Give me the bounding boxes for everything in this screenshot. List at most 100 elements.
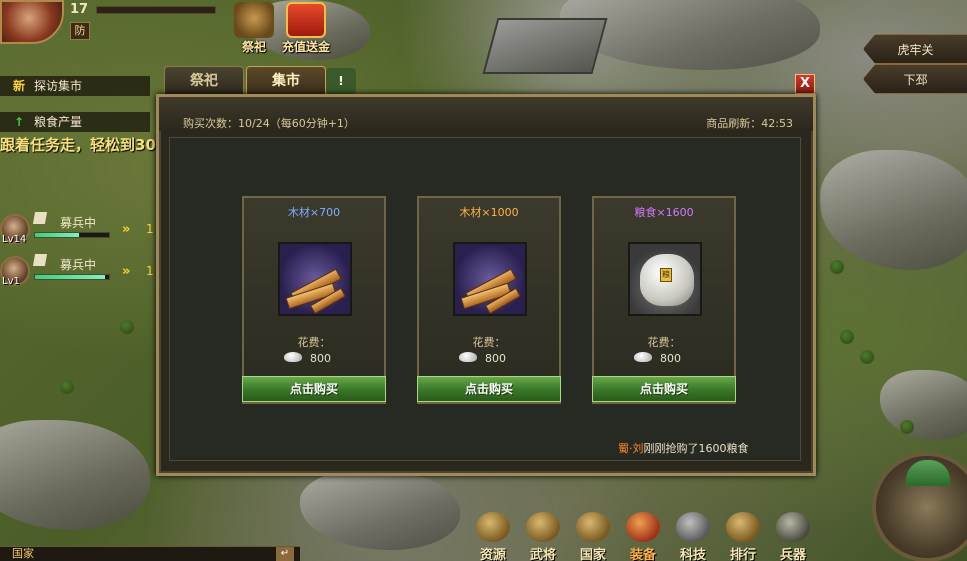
recruit-status: 募兵中 <box>60 258 97 272</box>
scroll-icon <box>576 512 610 542</box>
tent-icon <box>626 512 660 542</box>
city-nav-hulaoguan[interactable]: 虎牢关 <box>863 34 967 64</box>
notice-tab[interactable]: ! <box>326 68 356 94</box>
armor-icon <box>776 512 810 542</box>
silver-ingot-icon <box>634 352 652 362</box>
cost-label: 花费： <box>297 336 331 349</box>
menu-weapons[interactable]: 兵器 <box>770 512 816 561</box>
mountain-rock <box>0 420 150 530</box>
silver-ingot-icon <box>459 352 477 362</box>
menu-label: 科技 <box>679 548 706 561</box>
general-level: Lv1 <box>2 276 20 287</box>
quest-marquee: 跟着任务走，轻松到30 <box>0 136 156 154</box>
cauldron-icon <box>234 2 274 38</box>
quest-item[interactable]: ↑ 粮食产量 <box>0 112 150 132</box>
flag-icon <box>32 254 48 266</box>
coin-icon <box>476 512 510 542</box>
tree <box>860 350 874 364</box>
new-quest-icon: 新 <box>12 79 25 93</box>
tree <box>830 260 844 274</box>
sacrifice-button[interactable]: 祭祀 <box>228 2 280 56</box>
player-avatar[interactable] <box>0 0 64 44</box>
tab-sacrifice[interactable]: 祭祀 <box>164 66 244 96</box>
market-item-card: 木材×700 花费： 800 点击购买 <box>242 196 386 404</box>
recruit-slot[interactable]: Lv14 募兵中 » 1 <box>0 212 160 248</box>
cost-label: 花费： <box>647 336 681 349</box>
tree <box>840 330 854 344</box>
tree <box>120 320 134 334</box>
broadcast-player[interactable]: 蜀·刘 <box>618 442 644 455</box>
recruit-progress-fill <box>35 233 80 237</box>
tree <box>900 420 914 434</box>
tab-market[interactable]: 集市 <box>246 66 326 96</box>
item-price: 800 <box>660 352 681 365</box>
speed-up-icon[interactable]: » <box>122 264 130 279</box>
recruit-progress <box>34 232 110 238</box>
menu-label: 装备 <box>629 548 656 561</box>
map-toggle-icon[interactable] <box>906 460 950 486</box>
quest-label: 探访集市 <box>34 79 83 93</box>
general-level: Lv14 <box>2 234 27 245</box>
item-price: 800 <box>485 352 506 365</box>
banner-icon <box>726 512 760 542</box>
refresh-timer: 商品刷新：42:53 <box>706 117 793 130</box>
player-frame: 17 防 <box>0 0 230 44</box>
buy-count: 购买次数：10/24（每60分钟+1） <box>183 117 355 130</box>
recharge-gift-button[interactable]: 充值送金 <box>280 2 332 56</box>
buy-button[interactable]: 点击购买 <box>242 376 386 402</box>
market-panel: 木材×700 花费： 800 点击购买 木材×1000 花费： 800 点击购买… <box>169 137 801 461</box>
send-icon[interactable]: ↵ <box>276 547 294 561</box>
recruit-count: 1 <box>146 222 154 236</box>
recruit-status: 募兵中 <box>60 216 97 230</box>
menu-ranking[interactable]: 排行 <box>720 512 766 561</box>
sacrifice-label: 祭祀 <box>241 40 266 54</box>
buy-button[interactable]: 点击购买 <box>592 376 736 402</box>
chat-channel[interactable]: 国家 <box>12 547 34 561</box>
speed-up-icon[interactable]: » <box>122 222 130 237</box>
recruit-progress-fill <box>35 275 106 279</box>
item-title: 木材×1000 <box>459 206 519 219</box>
menu-generals[interactable]: 武将 <box>520 512 566 561</box>
menu-label: 兵器 <box>779 548 806 561</box>
close-icon[interactable]: X <box>795 74 815 94</box>
mountain-rock <box>820 150 967 270</box>
recharge-gift-label: 充值送金 <box>281 40 330 54</box>
purchase-broadcast: 蜀·刘刚刚抢购了1600粮食 <box>618 440 749 456</box>
recruit-slot[interactable]: Lv1 募兵中 » 1 <box>0 254 160 290</box>
market-item-card: 木材×1000 花费： 800 点击购买 <box>417 196 561 404</box>
helmet-icon <box>526 512 560 542</box>
grain-sack-icon: 粮 <box>628 242 702 316</box>
menu-label: 国家 <box>579 548 606 561</box>
recruit-count: 1 <box>146 264 154 278</box>
menu-equipment[interactable]: 装备 <box>620 512 666 561</box>
chat-bar: 国家 ↵ <box>0 546 300 561</box>
tree <box>60 380 74 394</box>
sack-tag: 粮 <box>660 268 672 282</box>
wood-planks-icon <box>453 242 527 316</box>
up-arrow-icon: ↑ <box>13 115 25 129</box>
quest-item[interactable]: 新 探访集市 <box>0 76 150 96</box>
menu-resources[interactable]: 资源 <box>470 512 516 561</box>
item-title: 粮食×1600 <box>634 206 694 219</box>
menu-nation[interactable]: 国家 <box>570 512 616 561</box>
cost-label: 花费： <box>472 336 506 349</box>
menu-label: 排行 <box>729 548 756 561</box>
market-item-card: 粮食×1600 粮 花费： 800 点击购买 <box>592 196 736 404</box>
wood-planks-icon <box>278 242 352 316</box>
menu-label: 武将 <box>529 548 556 561</box>
defense-badge[interactable]: 防 <box>70 22 90 40</box>
item-price: 800 <box>310 352 331 365</box>
gift-box-icon <box>286 2 326 38</box>
mountain-rock <box>300 470 460 550</box>
fortress-icon[interactable] <box>482 18 608 74</box>
recruit-progress <box>34 274 110 280</box>
market-dialog: 购买次数：10/24（每60分钟+1） 商品刷新：42:53 木材×700 花费… <box>156 94 816 476</box>
menu-tech[interactable]: 科技 <box>670 512 716 561</box>
buy-button[interactable]: 点击购买 <box>417 376 561 402</box>
quest-label: 粮食产量 <box>34 115 83 129</box>
gear-icon <box>676 512 710 542</box>
broadcast-text: 刚刚抢购了1600粮食 <box>643 442 749 455</box>
mountain-rock <box>880 370 967 440</box>
minimap[interactable] <box>872 452 967 561</box>
city-nav-xiapi[interactable]: 下邳 <box>863 64 967 94</box>
